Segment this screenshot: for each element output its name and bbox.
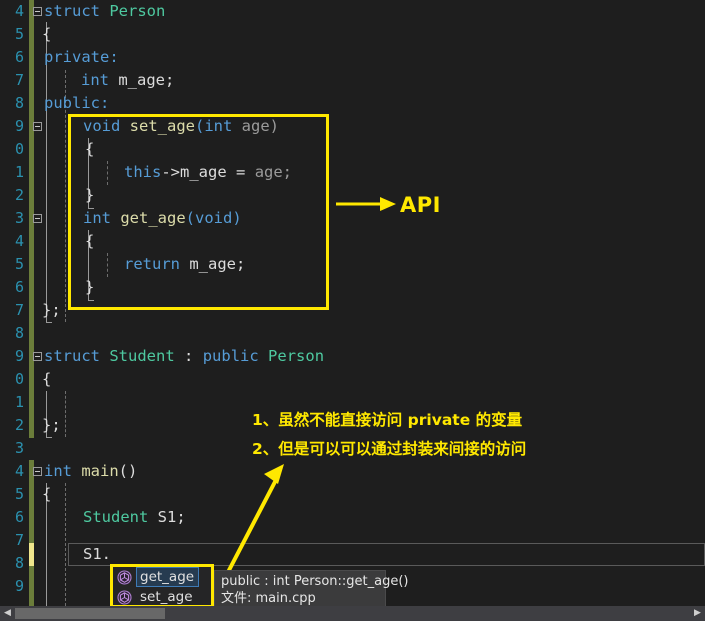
token-keyword: struct [44,2,100,20]
change-bar-unsaved [29,543,34,566]
horizontal-scrollbar[interactable]: ◀ ▶ [0,606,705,621]
token-type: Student [83,508,149,526]
line-number: 9 [14,347,24,365]
line-number: 8 [14,94,24,112]
token-punct: : [184,347,194,365]
annotation-note-line-1: 1、虽然不能直接访问 private 的变量 [252,411,523,429]
token-variable: S1. [83,545,111,563]
indent-guide [65,391,66,437]
line-number: 9 [14,117,24,135]
code-line[interactable]: { [42,483,51,506]
change-bar-saved [29,566,34,606]
line-number: 2 [14,186,24,204]
code-line[interactable]: { [42,368,51,391]
indent-guide [65,483,66,606]
token-brace: { [42,370,52,388]
token-keyword: public: [44,94,110,112]
token-keyword: private: [44,48,119,66]
line-number: 0 [14,370,24,388]
token-type: Person [109,2,166,20]
line-number: 5 [14,485,24,503]
token-variable: m_age; [118,71,175,89]
token-brace: }; [42,301,61,319]
intellisense-item-label: get_age [135,567,200,587]
line-number-gutter: 4 5 6 7 8 9 0 1 2 3 4 5 6 7 8 9 0 1 2 3 … [0,0,28,621]
line-number: 6 [14,278,24,296]
line-number: 2 [14,416,24,434]
api-arrow-icon [336,197,396,211]
token-brace: { [42,485,52,503]
code-line[interactable]: }; [42,414,61,437]
token-punct: () [118,462,138,480]
code-line[interactable]: int m_age; [81,69,174,92]
code-line[interactable]: { [42,23,51,46]
api-highlight-box [68,114,329,310]
line-number: 6 [14,508,24,526]
token-function: main [81,462,119,480]
code-line[interactable]: public: [44,92,109,115]
token-type: Person [268,347,325,365]
token-keyword: int [44,462,72,480]
token-brace: }; [42,416,61,434]
annotation-note-line-2: 2、但是可以可以通过封装来间接的访问 [252,440,527,458]
intellisense-item-set-age[interactable]: set_age [113,587,211,607]
code-line[interactable]: }; [42,299,61,322]
fold-toggle-icon[interactable] [33,122,42,131]
line-number: 3 [14,439,24,457]
line-number: 1 [14,163,24,181]
code-line[interactable]: struct Person [44,0,165,23]
line-number: 4 [14,2,24,20]
line-number: 3 [14,209,24,227]
tooltip-file: 文件: main.cpp [221,591,316,606]
current-line-highlight [68,543,705,566]
fold-toggle-icon[interactable] [33,7,42,16]
brace-guide-foot [46,437,52,438]
intellisense-tooltip: public : int Person::get_age() 文件: main.… [214,570,409,610]
line-number: 6 [14,48,24,66]
token-keyword: public [202,347,259,365]
token-keyword: int [81,71,109,89]
intellisense-popup[interactable]: get_age set_age [112,566,212,606]
token-type: Student [109,347,175,365]
line-number: 9 [14,577,24,595]
scroll-left-icon[interactable]: ◀ [0,606,15,621]
fold-toggle-icon[interactable] [33,467,42,476]
line-number: 1 [14,393,24,411]
method-icon [117,589,132,605]
line-number: 8 [14,554,24,572]
method-icon [117,569,132,585]
code-line[interactable]: Student S1; [83,506,186,529]
annotation-arrow-icon [224,464,284,577]
code-editor[interactable]: 4 5 6 7 8 9 0 1 2 3 4 5 6 7 8 9 0 1 2 3 … [0,0,705,621]
line-number: 5 [14,255,24,273]
token-keyword: struct [44,347,100,365]
fold-toggle-icon[interactable] [33,352,42,361]
line-number: 7 [14,301,24,319]
line-number: 5 [14,25,24,43]
code-line[interactable]: int main() [44,460,137,483]
token-variable: S1; [157,508,186,526]
line-number: 4 [14,462,24,480]
code-line[interactable]: private: [44,46,119,69]
line-number: 7 [14,531,24,549]
intellisense-item-get-age[interactable]: get_age [113,567,211,587]
line-number: 7 [14,71,24,89]
api-label: API [400,193,441,217]
intellisense-item-label: set_age [140,589,193,605]
brace-guide-foot [46,322,52,323]
line-number: 4 [14,232,24,250]
scroll-right-icon[interactable]: ▶ [690,606,705,621]
line-number: 0 [14,140,24,158]
code-line-current[interactable]: S1. [83,543,111,566]
code-line[interactable]: struct Student : public Person [44,345,324,368]
line-number: 8 [14,324,24,342]
scrollbar-thumb[interactable] [15,608,165,619]
tooltip-signature: public : int Person::get_age() [221,574,409,589]
fold-toggle-icon[interactable] [33,214,42,223]
token-brace: { [42,25,52,43]
